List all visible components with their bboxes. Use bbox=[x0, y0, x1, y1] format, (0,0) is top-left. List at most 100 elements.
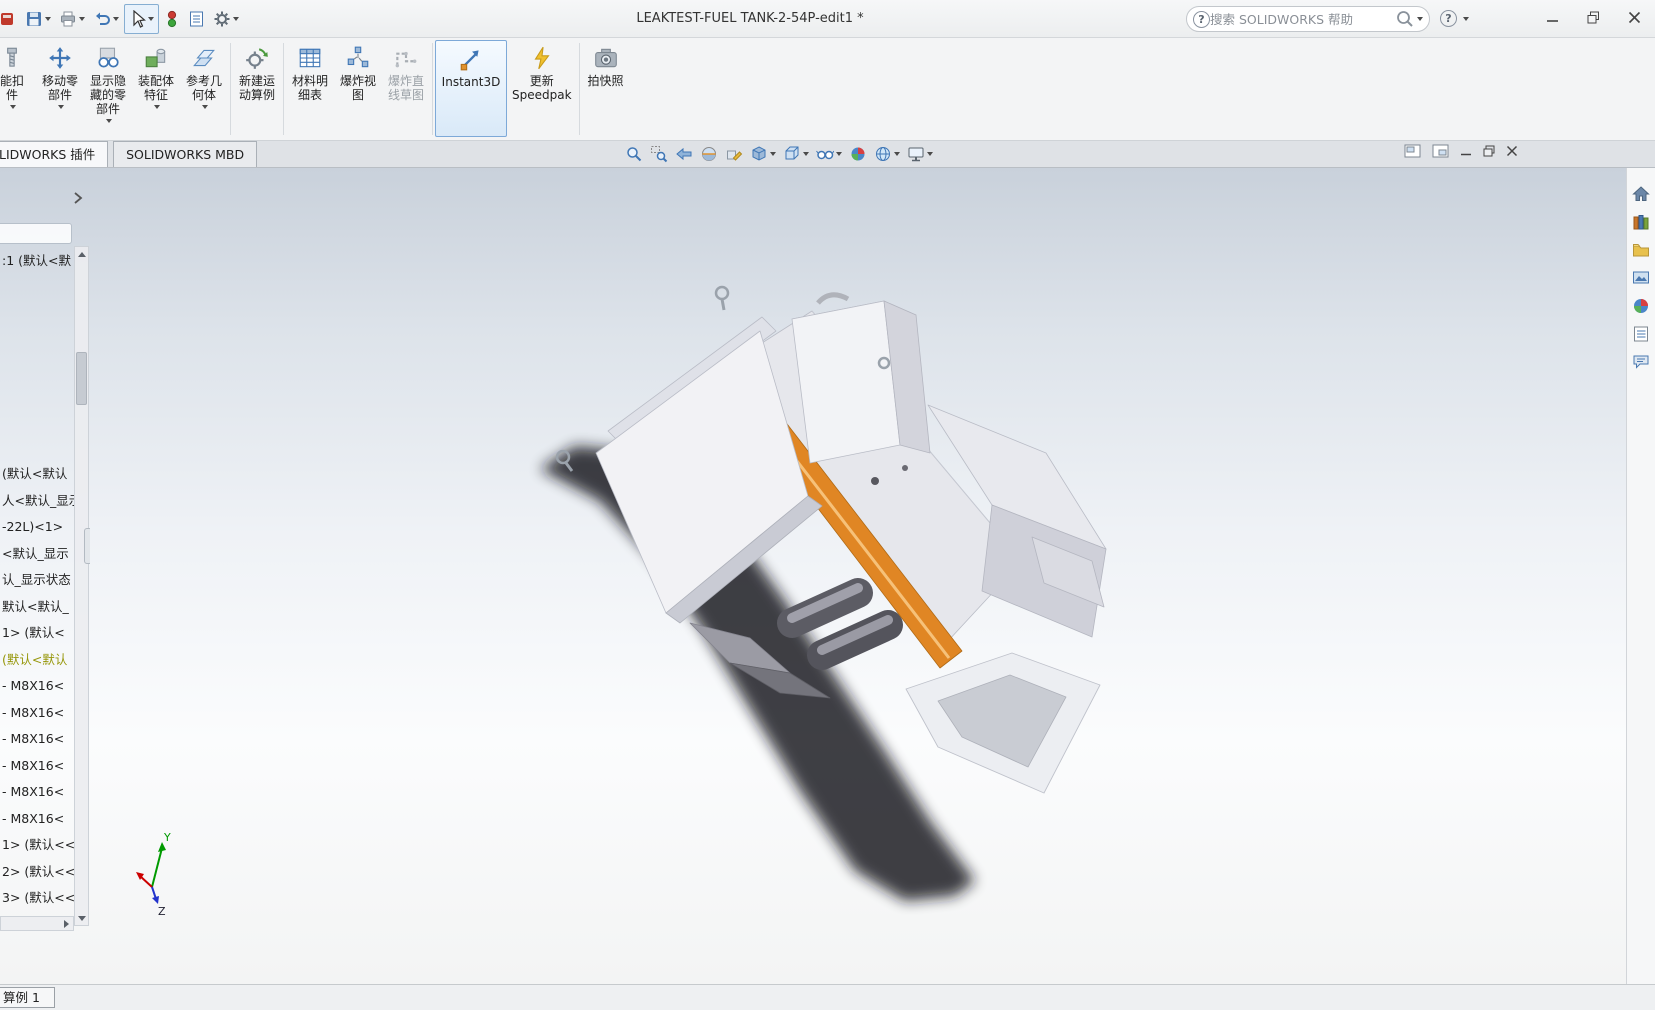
edit-appearance-icon bbox=[851, 147, 865, 161]
section-view-icon bbox=[702, 147, 716, 161]
save-caret-icon[interactable] bbox=[45, 17, 51, 21]
tree-item[interactable]: - M8X16< bbox=[2, 806, 75, 833]
zoom-fit-button[interactable] bbox=[622, 142, 646, 166]
tree-item[interactable]: 1> (默认<< bbox=[2, 832, 75, 859]
previous-view-button[interactable] bbox=[672, 142, 696, 166]
tree-item[interactable]: 认_显示状态 bbox=[2, 567, 75, 594]
taskpane-tab-custom-properties[interactable] bbox=[1627, 320, 1655, 348]
search-box[interactable]: ? bbox=[1186, 6, 1430, 32]
previous-window-button[interactable] bbox=[1404, 144, 1421, 161]
doc-close-button[interactable] bbox=[1506, 145, 1518, 160]
motion-study-tab[interactable]: 算例 1 bbox=[0, 987, 55, 1008]
help-caret-icon[interactable] bbox=[1463, 16, 1469, 21]
tree-item[interactable]: 1> (默认< bbox=[2, 620, 75, 647]
design-binder-button[interactable] bbox=[185, 5, 208, 33]
window-restore-button[interactable] bbox=[1587, 11, 1600, 24]
tree-vertical-scrollbar[interactable] bbox=[74, 246, 89, 926]
taskpane-tab-file-explorer[interactable] bbox=[1627, 236, 1655, 264]
tree-item[interactable]: 默认<默认_ bbox=[2, 594, 75, 621]
dropdown-caret-icon[interactable] bbox=[10, 105, 16, 109]
doc-restore-button[interactable] bbox=[1483, 145, 1495, 160]
taskpane-tab-forum[interactable] bbox=[1627, 348, 1655, 376]
tree-item-assembly-root[interactable]: :1 (默认<默 bbox=[2, 248, 71, 275]
dropdown-caret-icon[interactable] bbox=[106, 119, 112, 123]
tree-item[interactable]: - M8X16< bbox=[2, 726, 75, 753]
tree-item[interactable]: - M8X16< bbox=[2, 753, 75, 780]
scroll-up-icon[interactable] bbox=[75, 247, 88, 261]
tree-item[interactable]: 人<默认_显示 bbox=[2, 488, 75, 515]
tree-item[interactable]: (默认<默认 bbox=[2, 461, 75, 488]
ribbon-toolbar: 能扣 件 移动零 部件 显示隐 藏的零 部件 装配体 特征 参考几 何体 新建运… bbox=[0, 38, 1655, 141]
tree-horizontal-scrollbar[interactable] bbox=[0, 916, 74, 931]
select-tool-caret-icon[interactable] bbox=[148, 17, 154, 21]
move-component-icon bbox=[47, 45, 73, 71]
graphics-area[interactable]: Y Z bbox=[0, 168, 1655, 984]
quick-access-toolbar bbox=[0, 0, 242, 38]
ribbon-button-move-component[interactable]: 移动零 部件 bbox=[36, 40, 84, 137]
hide-show-items-button[interactable] bbox=[813, 142, 845, 166]
exploded-view-icon bbox=[345, 45, 371, 71]
tree-item[interactable]: <默认_显示 bbox=[2, 541, 75, 568]
tree-item[interactable]: 3> (默认<< bbox=[2, 885, 75, 912]
zoom-fit-icon bbox=[627, 147, 642, 162]
scroll-right-icon[interactable] bbox=[64, 919, 69, 928]
taskpane-tab-appearances[interactable] bbox=[1627, 292, 1655, 320]
view-settings-button[interactable] bbox=[904, 142, 936, 166]
view-orientation-button[interactable] bbox=[780, 142, 812, 166]
zoom-area-button[interactable] bbox=[647, 142, 671, 166]
panel-splitter-handle[interactable] bbox=[84, 528, 90, 564]
taskpane-tab-resources[interactable] bbox=[1627, 180, 1655, 208]
ribbon-button-instant3d[interactable]: Instant3D bbox=[435, 40, 507, 137]
ribbon-button-smart-fasteners[interactable]: 能扣 件 bbox=[0, 40, 36, 137]
ribbon-button-new-motion-study[interactable]: 新建运 动算例 bbox=[233, 40, 281, 137]
doc-minimize-button[interactable] bbox=[1460, 145, 1472, 160]
search-icon[interactable] bbox=[1395, 9, 1415, 29]
tree-header-box[interactable] bbox=[0, 223, 72, 244]
ribbon-button-assembly-features[interactable]: 装配体 特征 bbox=[132, 40, 180, 137]
tree-item[interactable]: - M8X16< bbox=[2, 700, 75, 727]
scroll-down-icon[interactable] bbox=[75, 911, 88, 925]
undo-caret-icon[interactable] bbox=[113, 17, 119, 21]
search-input[interactable] bbox=[1210, 11, 1395, 27]
3d-drawing-view-button[interactable] bbox=[722, 142, 746, 166]
print-button[interactable] bbox=[56, 5, 88, 33]
ribbon-button-update-speedpak[interactable]: 更新 Speedpak bbox=[507, 40, 577, 137]
tab-solidworks-mbd[interactable]: SOLIDWORKS MBD bbox=[113, 141, 258, 167]
scrollbar-thumb[interactable] bbox=[76, 352, 87, 405]
window-close-button[interactable] bbox=[1628, 11, 1641, 24]
ribbon-button-bill-of-materials[interactable]: 材料明 细表 bbox=[286, 40, 334, 137]
display-style-button[interactable] bbox=[747, 142, 779, 166]
window-minimize-button[interactable] bbox=[1546, 11, 1559, 24]
dropdown-caret-icon[interactable] bbox=[58, 105, 64, 109]
help-button[interactable]: ? bbox=[1440, 10, 1457, 27]
tree-item[interactable]: -22L)<1> bbox=[2, 514, 75, 541]
tree-item[interactable]: - M8X16< bbox=[2, 779, 75, 806]
taskpane-tab-view-palette[interactable] bbox=[1627, 264, 1655, 292]
explode-line-sketch-icon bbox=[393, 45, 419, 71]
ribbon-button-show-hidden-components[interactable]: 显示隐 藏的零 部件 bbox=[84, 40, 132, 137]
tree-item-highlighted[interactable]: (默认<默认 bbox=[2, 647, 75, 674]
select-tool-button[interactable] bbox=[124, 4, 159, 34]
panel-expand-chevron-icon[interactable] bbox=[70, 190, 86, 206]
ribbon-button-exploded-view[interactable]: 爆炸视 图 bbox=[334, 40, 382, 137]
tree-item[interactable]: - M8X16< bbox=[2, 673, 75, 700]
apply-scene-button[interactable] bbox=[871, 142, 903, 166]
undo-button[interactable] bbox=[90, 5, 122, 33]
save-button[interactable] bbox=[22, 5, 54, 33]
options-button[interactable] bbox=[210, 5, 242, 33]
taskpane-tab-design-library[interactable] bbox=[1627, 208, 1655, 236]
ribbon-button-take-snapshot[interactable]: 拍快照 bbox=[582, 40, 630, 137]
next-window-button[interactable] bbox=[1432, 144, 1449, 161]
tree-item[interactable]: 2> (默认<< bbox=[2, 859, 75, 886]
selection-filter-button[interactable] bbox=[161, 5, 183, 33]
edit-appearance-button[interactable] bbox=[846, 142, 870, 166]
ribbon-separator bbox=[283, 43, 284, 135]
dropdown-caret-icon[interactable] bbox=[202, 105, 208, 109]
options-caret-icon[interactable] bbox=[233, 17, 239, 21]
section-view-button[interactable] bbox=[697, 142, 721, 166]
ribbon-button-reference-geometry[interactable]: 参考几 何体 bbox=[180, 40, 228, 137]
print-caret-icon[interactable] bbox=[79, 17, 85, 21]
dropdown-caret-icon[interactable] bbox=[154, 105, 160, 109]
search-caret-icon[interactable] bbox=[1417, 17, 1423, 21]
tab-solidworks-addins[interactable]: LIDWORKS 插件 bbox=[0, 141, 109, 167]
